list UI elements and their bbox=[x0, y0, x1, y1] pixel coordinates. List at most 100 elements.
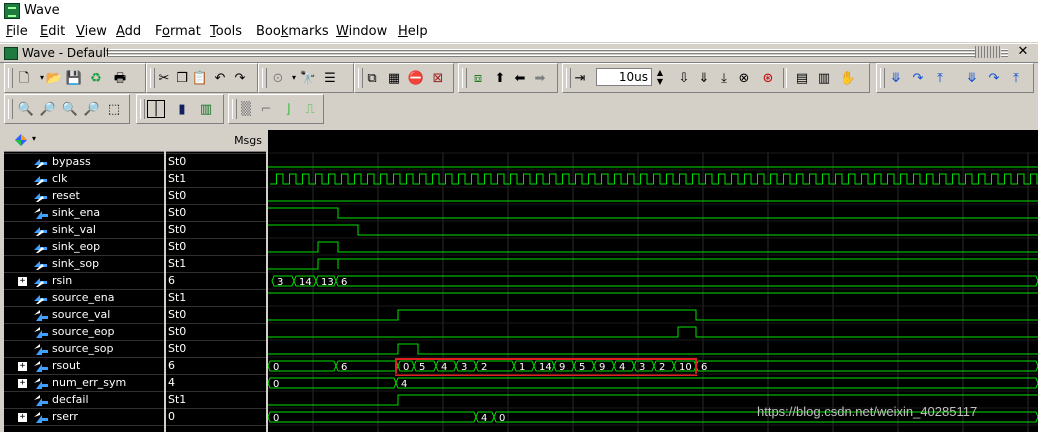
signal-row-reset[interactable]: reset bbox=[4, 188, 164, 205]
insert-cursor-icon[interactable]: │ bbox=[147, 100, 165, 118]
copy-icon[interactable]: ❐ bbox=[173, 69, 191, 87]
menu-bookmarks[interactable]: Bookmarks bbox=[256, 24, 329, 39]
menu-tools[interactable]: Tools bbox=[210, 24, 242, 39]
signal-row-rsout[interactable]: + rsout bbox=[4, 358, 164, 375]
run-length-spinner[interactable]: ▲ ▼ bbox=[654, 68, 666, 86]
paste-icon[interactable]: 📋 bbox=[191, 69, 209, 87]
lock-cursor-icon[interactable]: ▥ bbox=[197, 100, 215, 118]
edge-step-icon[interactable]: ⎍ bbox=[301, 100, 319, 118]
break-sim-icon[interactable]: ⊗ bbox=[735, 69, 753, 87]
signal-row-source_sop[interactable]: source_sop bbox=[4, 341, 164, 358]
prev-edge-icon[interactable]: ⌐ bbox=[257, 100, 275, 118]
signal-row-sink_sop[interactable]: sink_sop bbox=[4, 256, 164, 273]
menu-file[interactable]: File bbox=[6, 24, 28, 39]
redo-icon[interactable]: ↷ bbox=[231, 69, 249, 87]
row-divider bbox=[166, 255, 266, 256]
next-edge-icon[interactable]: ⌋ bbox=[279, 100, 297, 118]
expand-icon[interactable]: + bbox=[18, 413, 27, 422]
compile-icon[interactable]: ⧉ bbox=[363, 69, 381, 87]
run-length-input[interactable] bbox=[596, 68, 652, 86]
row-divider bbox=[4, 153, 164, 154]
wave-rsin-label: 14 bbox=[299, 277, 312, 288]
menu-format[interactable]: Format bbox=[155, 24, 201, 39]
toolbar-grip bbox=[880, 68, 885, 88]
chevron-down-icon[interactable]: ▾ bbox=[32, 134, 36, 143]
signal-value-row: St1 bbox=[166, 392, 266, 409]
reload-icon[interactable]: ♻ bbox=[87, 69, 105, 87]
signal-value: St0 bbox=[168, 189, 187, 202]
arrow-left-icon[interactable]: ⬅ bbox=[511, 69, 529, 87]
open-folder-icon[interactable]: 📂 bbox=[45, 69, 63, 87]
signal-row-sink_eop[interactable]: sink_eop bbox=[4, 239, 164, 256]
title-grip[interactable] bbox=[108, 49, 1008, 57]
window-icon[interactable]: ⧈ bbox=[469, 69, 487, 87]
find-icon[interactable]: 🔭 bbox=[299, 69, 317, 87]
step-into-icon[interactable]: ⤋ bbox=[887, 69, 905, 87]
menu-edit[interactable]: Edit bbox=[40, 24, 65, 39]
stop-sim-icon[interactable]: ⊛ bbox=[759, 69, 777, 87]
run-all-icon[interactable]: ⤓ bbox=[715, 69, 733, 87]
delete-cursor-icon[interactable]: ▮ bbox=[173, 100, 191, 118]
restart-icon[interactable]: ⇥ bbox=[571, 69, 589, 87]
delete-icon[interactable]: ⊠ bbox=[429, 69, 447, 87]
print-icon[interactable]: 🖶 bbox=[111, 69, 129, 87]
toolbar-cursor: │ ▮ ▥ bbox=[136, 94, 224, 124]
break-icon[interactable]: ⛔ bbox=[407, 69, 425, 87]
undo-icon[interactable]: ↶ bbox=[211, 69, 229, 87]
arrow-up-icon[interactable]: ⬆ bbox=[491, 69, 509, 87]
step-over-icon[interactable]: ↷ bbox=[909, 69, 927, 87]
continue-icon[interactable]: ⇓ bbox=[695, 69, 713, 87]
hand-icon[interactable]: ✋ bbox=[839, 69, 857, 87]
undock-grip[interactable] bbox=[975, 46, 1001, 58]
signal-row-source_val[interactable]: source_val bbox=[4, 307, 164, 324]
signal-name: sink_eop bbox=[52, 240, 101, 253]
zoom-cursor-icon[interactable]: 🔎 bbox=[83, 100, 101, 118]
dataflow-icon[interactable]: ▤ bbox=[793, 69, 811, 87]
menu-help[interactable]: Help bbox=[398, 24, 428, 39]
profile-icon[interactable]: ▥ bbox=[815, 69, 833, 87]
step-out-icon[interactable]: ⤒ bbox=[931, 69, 949, 87]
wave-rsout-segment bbox=[695, 360, 1038, 372]
signal-name: sink_sop bbox=[52, 257, 100, 270]
save-icon[interactable]: 💾 bbox=[65, 69, 83, 87]
run-icon[interactable]: ⇩ bbox=[675, 69, 693, 87]
menu-add[interactable]: Add bbox=[116, 24, 141, 39]
signal-row-rserr[interactable]: + rserr bbox=[4, 409, 164, 426]
signal-row-rsin[interactable]: + rsin bbox=[4, 273, 164, 290]
menu-view[interactable]: View bbox=[76, 24, 107, 39]
zoom-out-icon[interactable]: 🔎 bbox=[39, 100, 57, 118]
instance-icon[interactable] bbox=[14, 133, 28, 147]
signal-row-source_ena[interactable]: source_ena bbox=[4, 290, 164, 307]
signal-row-num_err_sym[interactable]: + num_err_sym bbox=[4, 375, 164, 392]
cut-icon[interactable]: ✂ bbox=[155, 69, 173, 87]
zoom-in-icon[interactable]: 🔍 bbox=[17, 100, 35, 118]
zoom-full-icon[interactable]: 🔍 bbox=[61, 100, 79, 118]
signal-row-decfail[interactable]: decfail bbox=[4, 392, 164, 409]
expand-icon[interactable]: + bbox=[18, 362, 27, 371]
output-port-icon bbox=[34, 411, 48, 423]
waveform-canvas[interactable]: 3 14 13 60 6 0 5 4 3 2 1 14 9 5 9 4 3 2 10 60 40 4 0 bbox=[268, 130, 1038, 432]
signal-row-clk[interactable]: clk bbox=[4, 171, 164, 188]
step-back-into-icon[interactable]: ⤋ bbox=[963, 69, 981, 87]
step-back-over-icon[interactable]: ↷ bbox=[985, 69, 1003, 87]
step-back-out-icon[interactable]: ⤒ bbox=[1007, 69, 1025, 87]
memory-icon[interactable]: ▦ bbox=[385, 69, 403, 87]
zoom-range-icon[interactable]: ⬚ bbox=[105, 100, 123, 118]
signal-value-row: St0 bbox=[166, 324, 266, 341]
expand-icon[interactable]: + bbox=[18, 277, 27, 286]
signal-row-bypass[interactable]: bypass bbox=[4, 154, 164, 171]
wave-source-sop bbox=[268, 343, 1038, 355]
signal-row-sink_val[interactable]: sink_val bbox=[4, 222, 164, 239]
format-icon[interactable]: ☰ bbox=[321, 69, 339, 87]
expand-icon[interactable]: + bbox=[18, 379, 27, 388]
row-divider bbox=[166, 238, 266, 239]
close-icon[interactable]: ✕ bbox=[1016, 45, 1030, 59]
arrow-right-icon[interactable]: ➡ bbox=[531, 69, 549, 87]
find-edge-icon[interactable]: ▒ bbox=[237, 100, 255, 118]
signal-row-source_eop[interactable]: source_eop bbox=[4, 324, 164, 341]
menu-window[interactable]: Window bbox=[336, 24, 387, 39]
wave-num-err-sym-segment bbox=[395, 377, 1038, 389]
new-file-icon[interactable]: 🗋 bbox=[15, 69, 33, 87]
wave-sink-sop bbox=[268, 258, 1038, 270]
signal-row-sink_ena[interactable]: sink_ena bbox=[4, 205, 164, 222]
